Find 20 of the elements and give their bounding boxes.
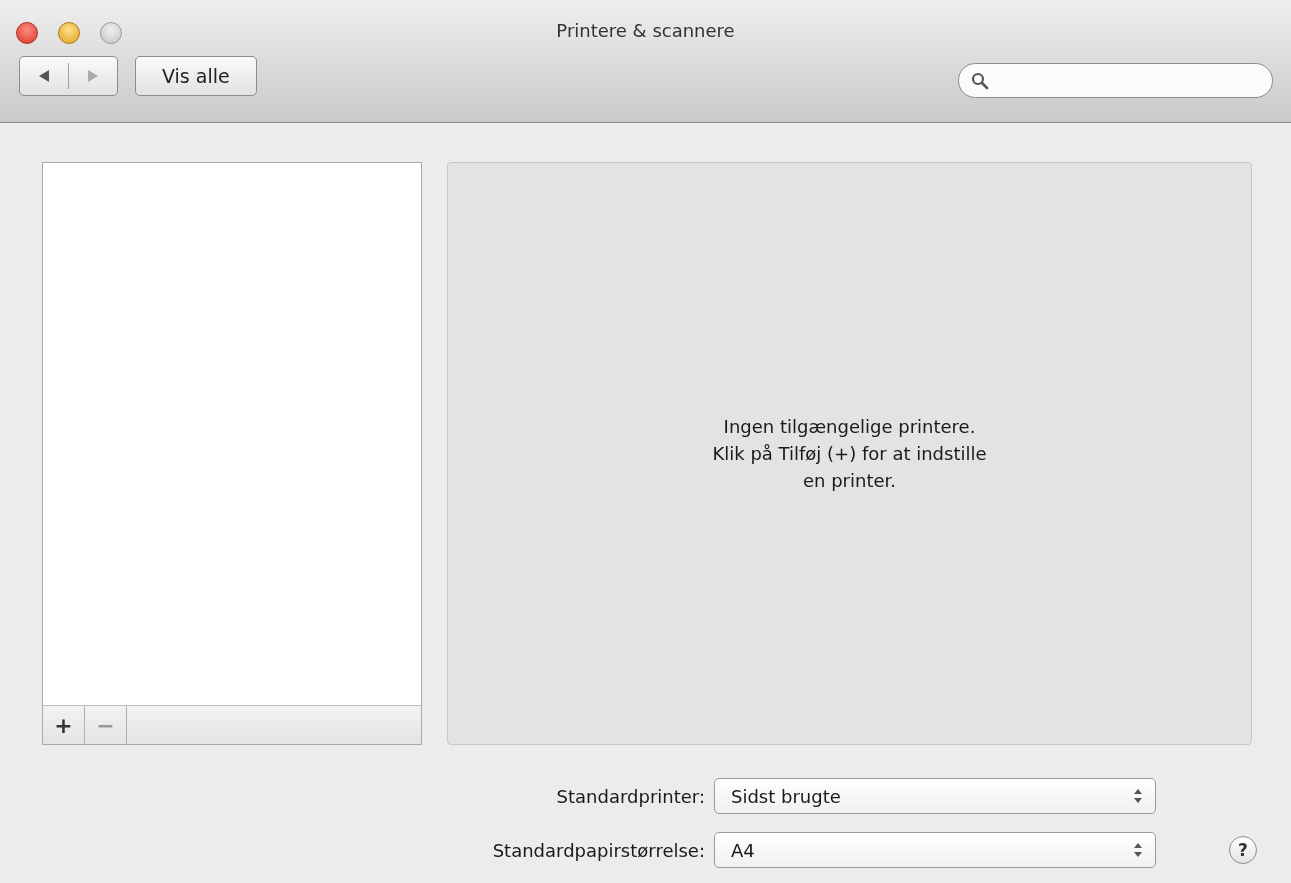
popup-menu[interactable]: Sidst brugte — [714, 778, 1156, 814]
popup-menu[interactable]: A4 — [714, 832, 1156, 868]
forward-icon[interactable] — [86, 69, 100, 83]
setting-label: Standardpapirstørrelse: — [491, 839, 705, 861]
search-icon — [971, 71, 989, 90]
close-button[interactable] — [16, 22, 38, 44]
navigation-control[interactable] — [19, 56, 118, 96]
updown-arrows-icon — [1133, 842, 1143, 858]
minimize-button[interactable] — [58, 22, 80, 44]
add-button[interactable]: + — [43, 706, 85, 744]
updown-arrows-icon — [1133, 788, 1143, 804]
setting-label: Standardprinter: — [555, 785, 705, 807]
empty-message: Ingen tilgængelige printere. Klik på Tilføj (+) for at indstille en printer. — [712, 415, 987, 493]
zoom-button[interactable] — [100, 22, 122, 44]
window-title: Printere & scannere — [556, 19, 735, 41]
printer-list[interactable]: + − — [42, 162, 422, 745]
back-icon[interactable] — [37, 69, 51, 83]
help-button[interactable]: ? — [1229, 836, 1257, 864]
show-all-button[interactable]: Vis alle — [135, 56, 257, 96]
search-field[interactable] — [958, 63, 1273, 98]
